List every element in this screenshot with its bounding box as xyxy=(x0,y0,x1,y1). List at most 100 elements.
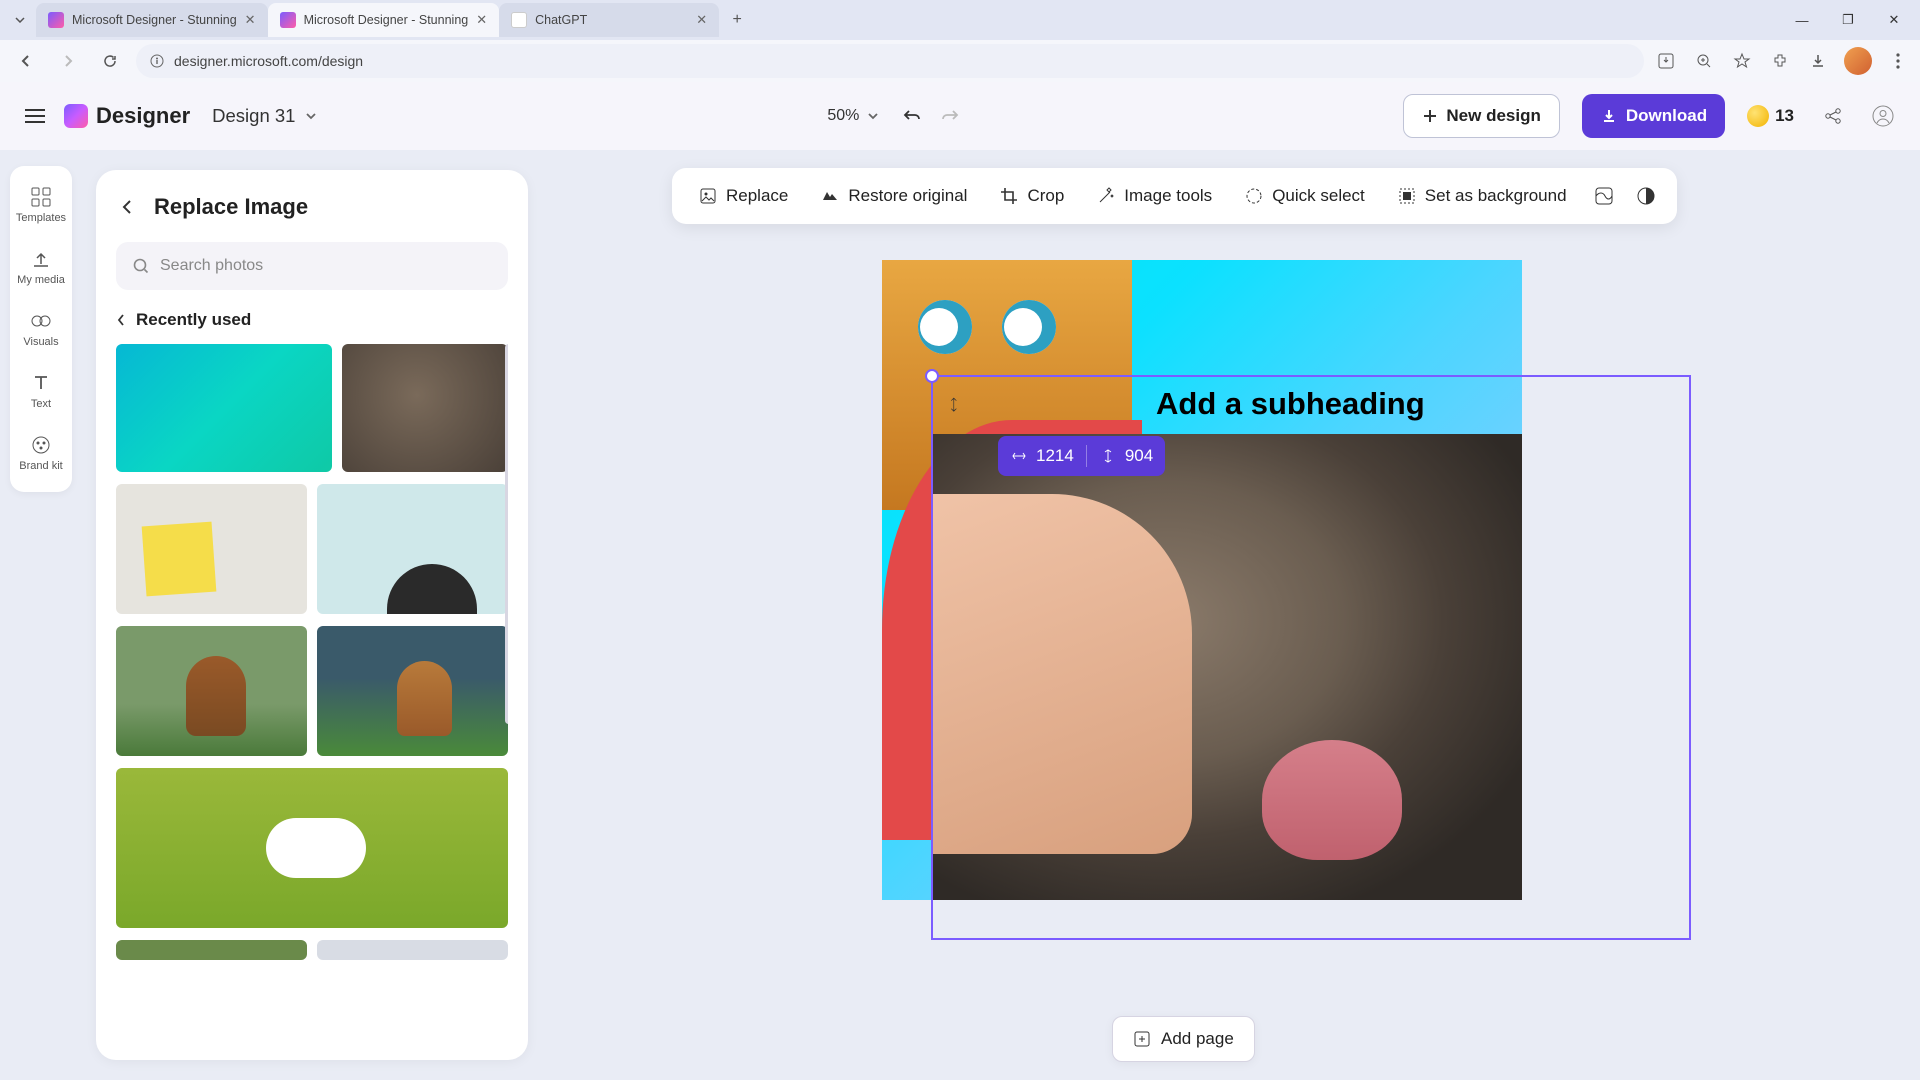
brandkit-icon xyxy=(30,434,52,456)
browser-tab-2[interactable]: Microsoft Designer - Stunning ✕ xyxy=(268,3,500,37)
new-tab-button[interactable]: + xyxy=(723,6,751,34)
close-icon[interactable]: ✕ xyxy=(696,12,707,28)
thumbnail-item[interactable] xyxy=(116,344,332,472)
main: Templates My media Visuals Text Brand ki… xyxy=(0,150,1920,1080)
toolbar-label: Restore original xyxy=(848,186,967,206)
toolbar-replace[interactable]: Replace xyxy=(684,174,802,218)
account-button[interactable] xyxy=(1864,97,1902,135)
left-sidebar: Templates My media Visuals Text Brand ki… xyxy=(0,150,82,1080)
chrome-menu-icon[interactable] xyxy=(1886,49,1910,73)
design-title-text: Design 31 xyxy=(212,105,295,127)
zoom-icon[interactable] xyxy=(1692,49,1716,73)
close-icon[interactable]: ✕ xyxy=(245,12,256,28)
credits-count[interactable]: 13 xyxy=(1747,105,1794,127)
install-app-icon[interactable] xyxy=(1654,49,1678,73)
tab-search-dropdown[interactable] xyxy=(10,10,30,30)
chevron-down-icon xyxy=(305,112,317,120)
sidebar-label: Templates xyxy=(16,212,66,224)
toolbar-restore[interactable]: Restore original xyxy=(806,174,981,218)
thumbnail-item[interactable] xyxy=(116,940,307,960)
redo-button[interactable] xyxy=(939,105,961,127)
tab-title: ChatGPT xyxy=(535,13,587,27)
thumbnail-item[interactable] xyxy=(116,484,307,614)
sidebar-item-templates[interactable]: Templates xyxy=(10,174,72,236)
canvas-area[interactable]: Replace Restore original Crop Image tool… xyxy=(542,150,1920,1080)
toolbar-label: Image tools xyxy=(1124,186,1212,206)
address-bar[interactable]: designer.microsoft.com/design xyxy=(136,44,1644,78)
replace-icon xyxy=(698,186,718,206)
reload-button[interactable] xyxy=(94,45,126,77)
wand-icon xyxy=(1096,186,1116,206)
minimize-button[interactable]: — xyxy=(1780,4,1824,36)
search-input[interactable]: Search photos xyxy=(116,242,508,290)
set-bg-icon xyxy=(1397,186,1417,206)
favicon-icon xyxy=(280,12,296,28)
favicon-icon xyxy=(48,12,64,28)
thumbnail-item[interactable] xyxy=(342,344,508,472)
maximize-button[interactable]: ❐ xyxy=(1826,4,1870,36)
forward-button[interactable] xyxy=(52,45,84,77)
sidebar-label: My media xyxy=(17,274,65,286)
app-logo[interactable]: Designer xyxy=(64,103,190,129)
thumbnail-item[interactable] xyxy=(317,484,508,614)
quick-select-icon xyxy=(1244,186,1264,206)
thumbnail-item[interactable] xyxy=(317,626,508,756)
downloads-icon[interactable] xyxy=(1806,49,1830,73)
toolbar-icons xyxy=(1654,47,1910,75)
add-page-label: Add page xyxy=(1161,1029,1234,1049)
width-icon xyxy=(1010,447,1028,465)
extensions-icon[interactable] xyxy=(1768,49,1792,73)
zoom-dropdown[interactable]: 50% xyxy=(827,107,879,125)
toolbar-image-tools[interactable]: Image tools xyxy=(1082,174,1226,218)
thumbnail-item[interactable] xyxy=(116,768,508,928)
height-icon xyxy=(1099,447,1117,465)
site-info-icon[interactable] xyxy=(150,54,164,68)
toolbar-label: Crop xyxy=(1027,186,1064,206)
toolbar-label: Set as background xyxy=(1425,186,1567,206)
dim-height: 904 xyxy=(1125,446,1153,466)
resize-handle-nw[interactable] xyxy=(925,369,939,383)
sidebar-label: Text xyxy=(31,398,51,410)
credits-value: 13 xyxy=(1775,106,1794,126)
add-page-button[interactable]: Add page xyxy=(1112,1016,1255,1062)
sidebar-item-text[interactable]: Text xyxy=(10,360,72,422)
sidebar-item-brandkit[interactable]: Brand kit xyxy=(10,422,72,484)
search-placeholder: Search photos xyxy=(160,257,263,275)
new-design-button[interactable]: New design xyxy=(1403,94,1559,138)
toolbar-set-background[interactable]: Set as background xyxy=(1383,174,1581,218)
upload-icon xyxy=(30,248,52,270)
share-button[interactable] xyxy=(1814,97,1852,135)
dimension-badge: 1214 904 xyxy=(998,436,1165,476)
download-button[interactable]: Download xyxy=(1582,94,1725,138)
toolbar-label: Replace xyxy=(726,186,788,206)
recently-used-toggle[interactable]: Recently used xyxy=(116,310,508,330)
thumbnail-item[interactable] xyxy=(317,940,508,960)
undo-button[interactable] xyxy=(901,105,923,127)
design-title-dropdown[interactable]: Design 31 xyxy=(212,105,317,127)
cutout-icon xyxy=(1593,185,1615,207)
sidebar-label: Brand kit xyxy=(19,460,62,472)
toolbar-color[interactable] xyxy=(1585,174,1623,218)
toolbar-crop[interactable]: Crop xyxy=(985,174,1078,218)
toolbar-label: Quick select xyxy=(1272,186,1365,206)
profile-avatar[interactable] xyxy=(1844,47,1872,75)
app-name: Designer xyxy=(96,103,190,129)
sidebar-item-mymedia[interactable]: My media xyxy=(10,236,72,298)
thumbnail-item[interactable] xyxy=(116,626,307,756)
menu-button[interactable] xyxy=(18,99,52,133)
panel-back-button[interactable] xyxy=(116,196,138,218)
bookmark-icon[interactable] xyxy=(1730,49,1754,73)
close-icon[interactable]: ✕ xyxy=(476,12,487,28)
browser-chrome: Microsoft Designer - Stunning ✕ Microsof… xyxy=(0,0,1920,82)
zoom-value: 50% xyxy=(827,107,859,125)
tab-title: Microsoft Designer - Stunning xyxy=(304,13,469,27)
toolbar-quick-select[interactable]: Quick select xyxy=(1230,174,1379,218)
browser-tab-3[interactable]: ChatGPT ✕ xyxy=(499,3,719,37)
back-button[interactable] xyxy=(10,45,42,77)
panel-scrollbar[interactable] xyxy=(505,344,508,724)
browser-tab-1[interactable]: Microsoft Designer - Stunning ✕ xyxy=(36,3,268,37)
toolbar-contrast[interactable] xyxy=(1627,174,1665,218)
new-design-label: New design xyxy=(1446,106,1540,126)
sidebar-item-visuals[interactable]: Visuals xyxy=(10,298,72,360)
close-window-button[interactable]: ✕ xyxy=(1872,4,1916,36)
